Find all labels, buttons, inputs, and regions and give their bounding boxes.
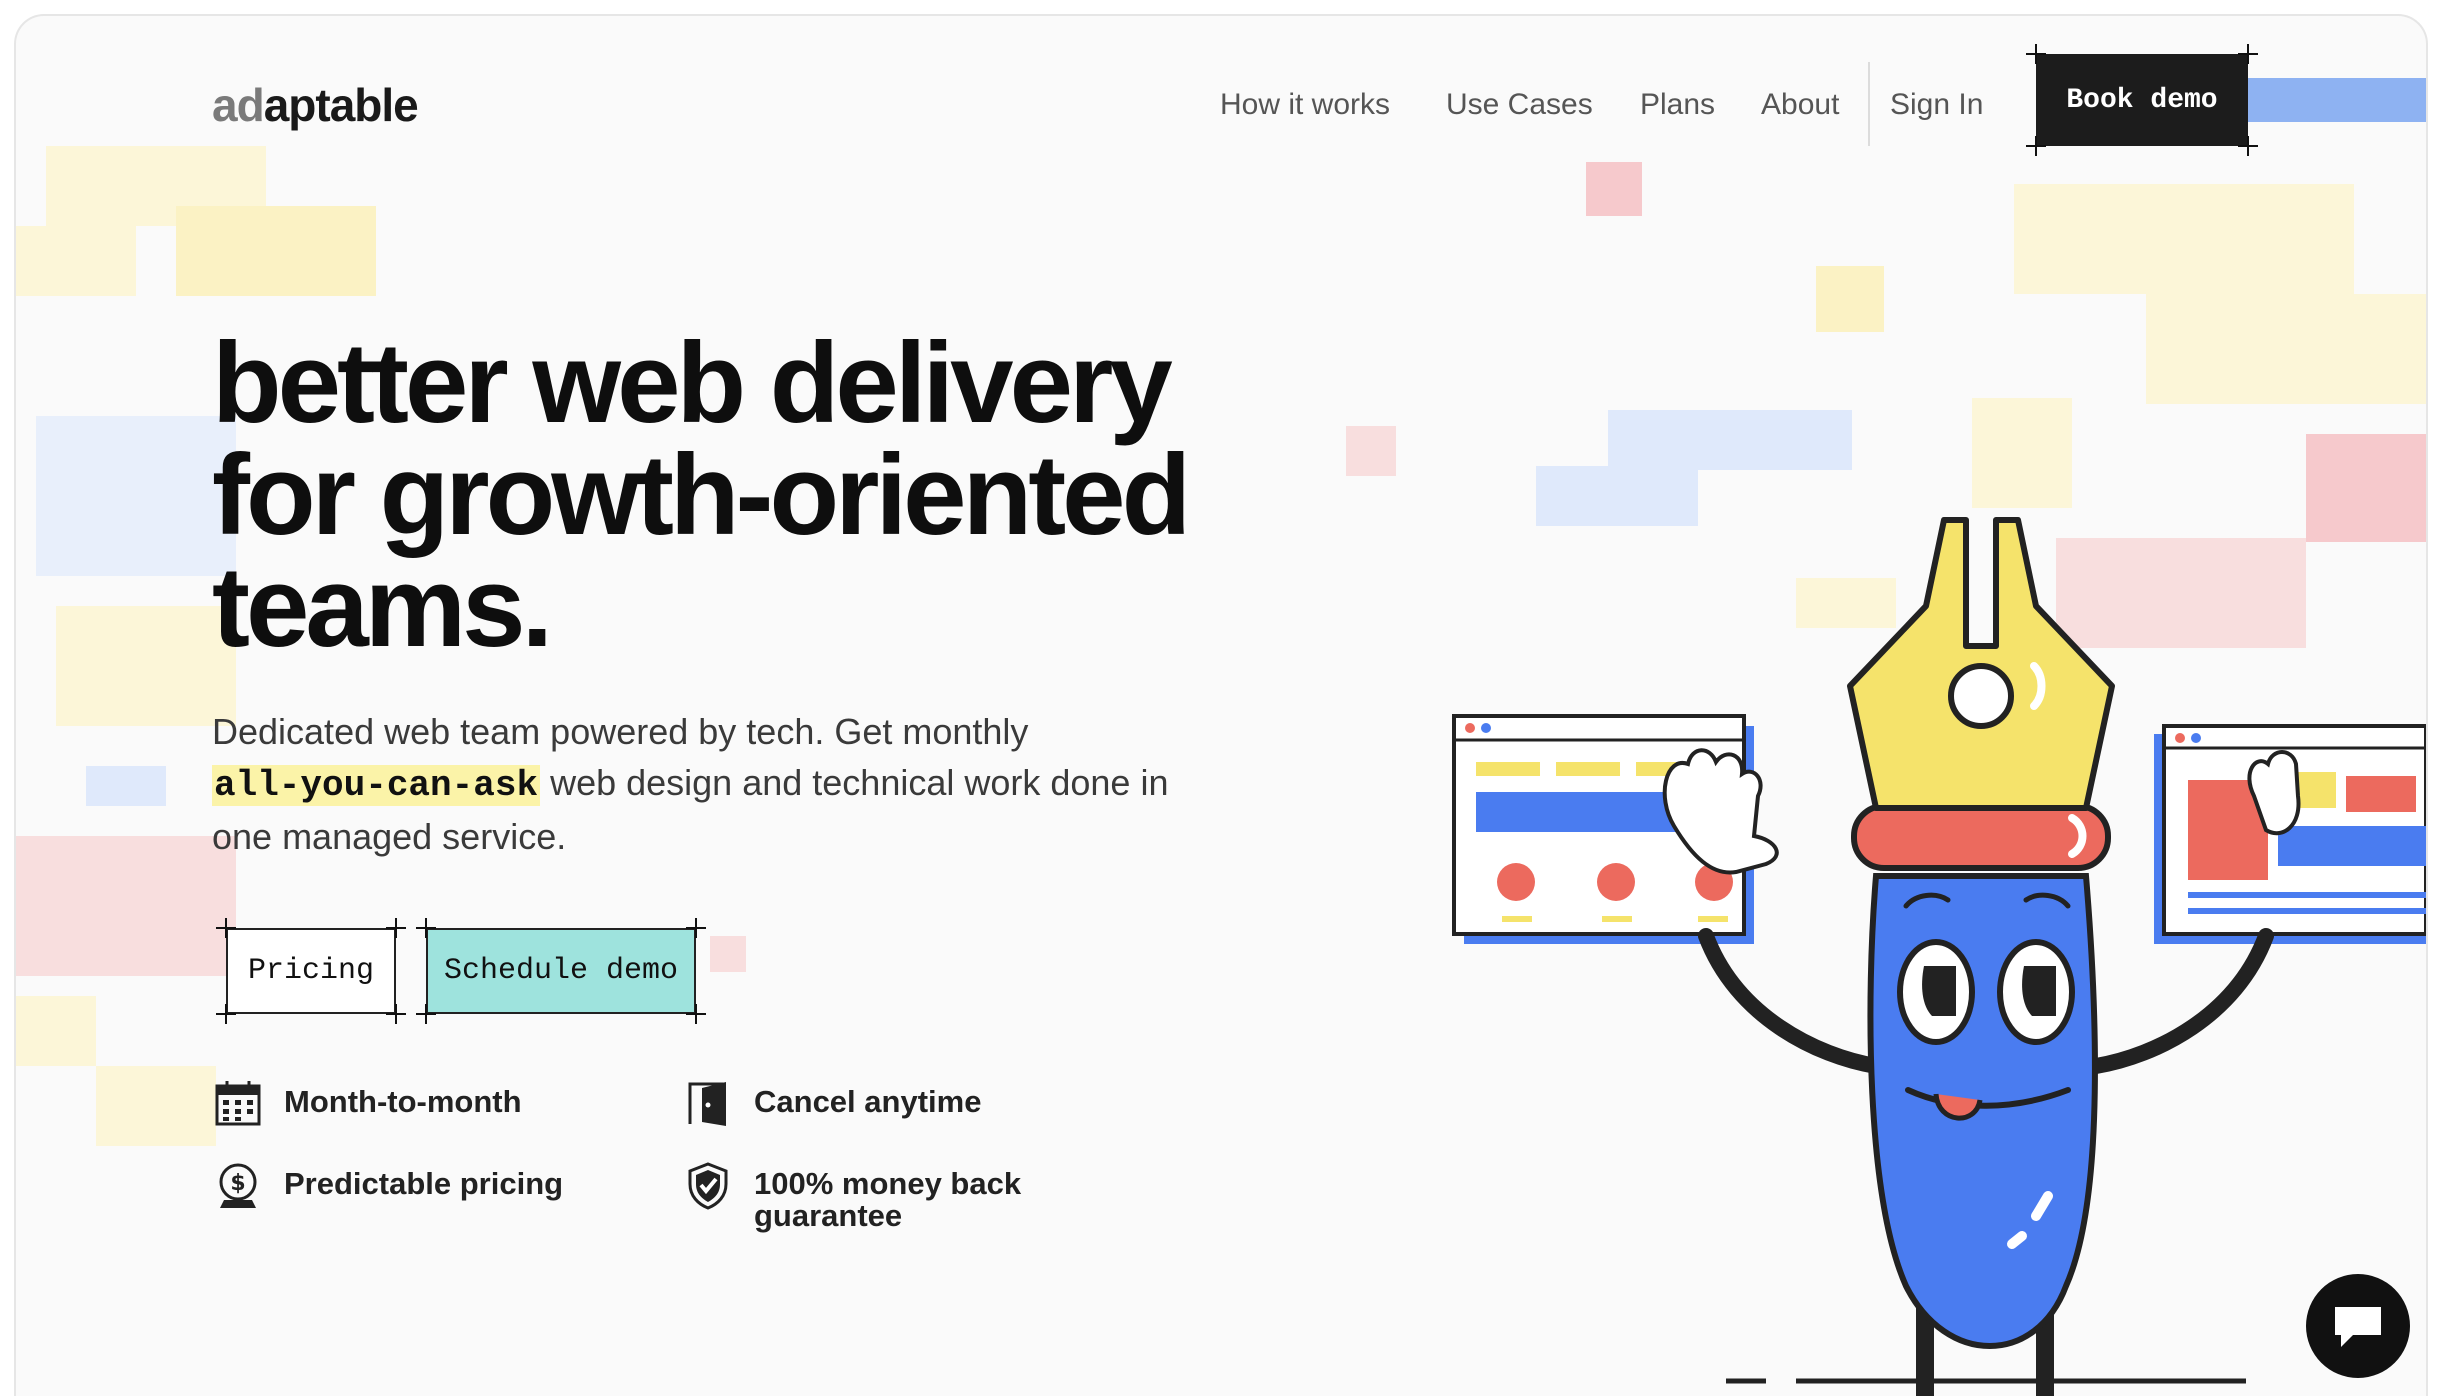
feature-label-line: 100% money back (754, 1166, 1022, 1201)
chat-icon (2335, 1307, 2381, 1347)
sign-in-link[interactable]: Sign In (1890, 88, 1983, 122)
feature-cancel-anytime: Cancel anytime (682, 1078, 981, 1130)
browser-frame: adaptable How it works Use Cases Plans A… (16, 16, 2426, 1396)
nav-divider (1868, 62, 1870, 146)
money-icon: $ (219, 1163, 257, 1208)
schedule-demo-button[interactable]: Schedule demo (426, 928, 696, 1014)
bg-block (56, 606, 236, 726)
book-demo-button[interactable]: Book demo (2036, 54, 2248, 146)
hero-title-line: teams. (212, 544, 553, 671)
hero-highlight: all-you-can-ask (212, 765, 541, 806)
hero-title-line: for growth-oriented (212, 432, 1191, 559)
corner-mark (416, 1004, 436, 1024)
hero-subtitle: Dedicated web team powered by tech. Get … (212, 706, 1212, 862)
corner-mark (216, 918, 236, 938)
corner-mark (686, 1004, 706, 1024)
bg-block (710, 936, 746, 972)
feature-label: Predictable pricing (284, 1166, 564, 1201)
browser-panel-left-icon (1452, 714, 1779, 944)
chat-button[interactable] (2306, 1274, 2410, 1378)
feature-money-back: 100% money back guarantee (682, 1160, 1021, 1232)
bg-block (16, 996, 96, 1066)
bg-block (86, 766, 166, 806)
feature-label: 100% money back guarantee (754, 1160, 1021, 1232)
feature-predictable-pricing: $ Predictable pricing (212, 1160, 563, 1212)
corner-mark (2238, 44, 2258, 64)
feature-label-line: guarantee (754, 1198, 903, 1233)
decor-strip (2248, 78, 2426, 122)
bg-block (1972, 398, 2072, 508)
corner-mark (386, 918, 406, 938)
nav-how-it-works[interactable]: How it works (1220, 88, 1390, 122)
bg-block (16, 226, 136, 296)
mascot-illustration (1452, 517, 2426, 1396)
pricing-button[interactable]: Pricing (226, 928, 396, 1014)
nav-plans[interactable]: Plans (1640, 88, 1715, 122)
svg-text:$: $ (230, 1171, 245, 1196)
logo-text: aptable (263, 79, 419, 131)
bg-block (16, 836, 236, 976)
logo[interactable]: adaptable (212, 78, 419, 132)
calendar-icon (215, 1081, 261, 1126)
bg-block (1586, 162, 1642, 216)
shield-check-icon (688, 1162, 728, 1210)
hero-subtitle-text: Dedicated web team powered by tech. Get … (212, 711, 1029, 752)
bg-block (1608, 410, 1852, 470)
bg-block (96, 1066, 216, 1146)
corner-mark (386, 1004, 406, 1024)
door-icon (688, 1082, 726, 1126)
bg-block (36, 416, 236, 576)
browser-panel-right-icon (2154, 724, 2426, 944)
corner-mark (416, 918, 436, 938)
corner-mark (686, 918, 706, 938)
logo-text-light: ad (212, 79, 265, 131)
corner-mark (216, 1004, 236, 1024)
hero-title: better web delivery for growth-oriented … (212, 327, 1452, 665)
nav-use-cases[interactable]: Use Cases (1446, 88, 1593, 122)
feature-label: Cancel anytime (754, 1084, 982, 1119)
bg-block (2014, 184, 2354, 294)
nav-about[interactable]: About (1761, 88, 1839, 122)
corner-mark (2238, 136, 2258, 156)
feature-label: Month-to-month (284, 1084, 522, 1119)
bg-block (176, 206, 376, 296)
corner-mark (2026, 44, 2046, 64)
bg-block (2146, 294, 2426, 404)
feature-month-to-month: Month-to-month (212, 1078, 522, 1130)
corner-mark (2026, 136, 2046, 156)
hero-title-line: better web delivery (212, 320, 1173, 447)
bg-block (1816, 266, 1884, 332)
